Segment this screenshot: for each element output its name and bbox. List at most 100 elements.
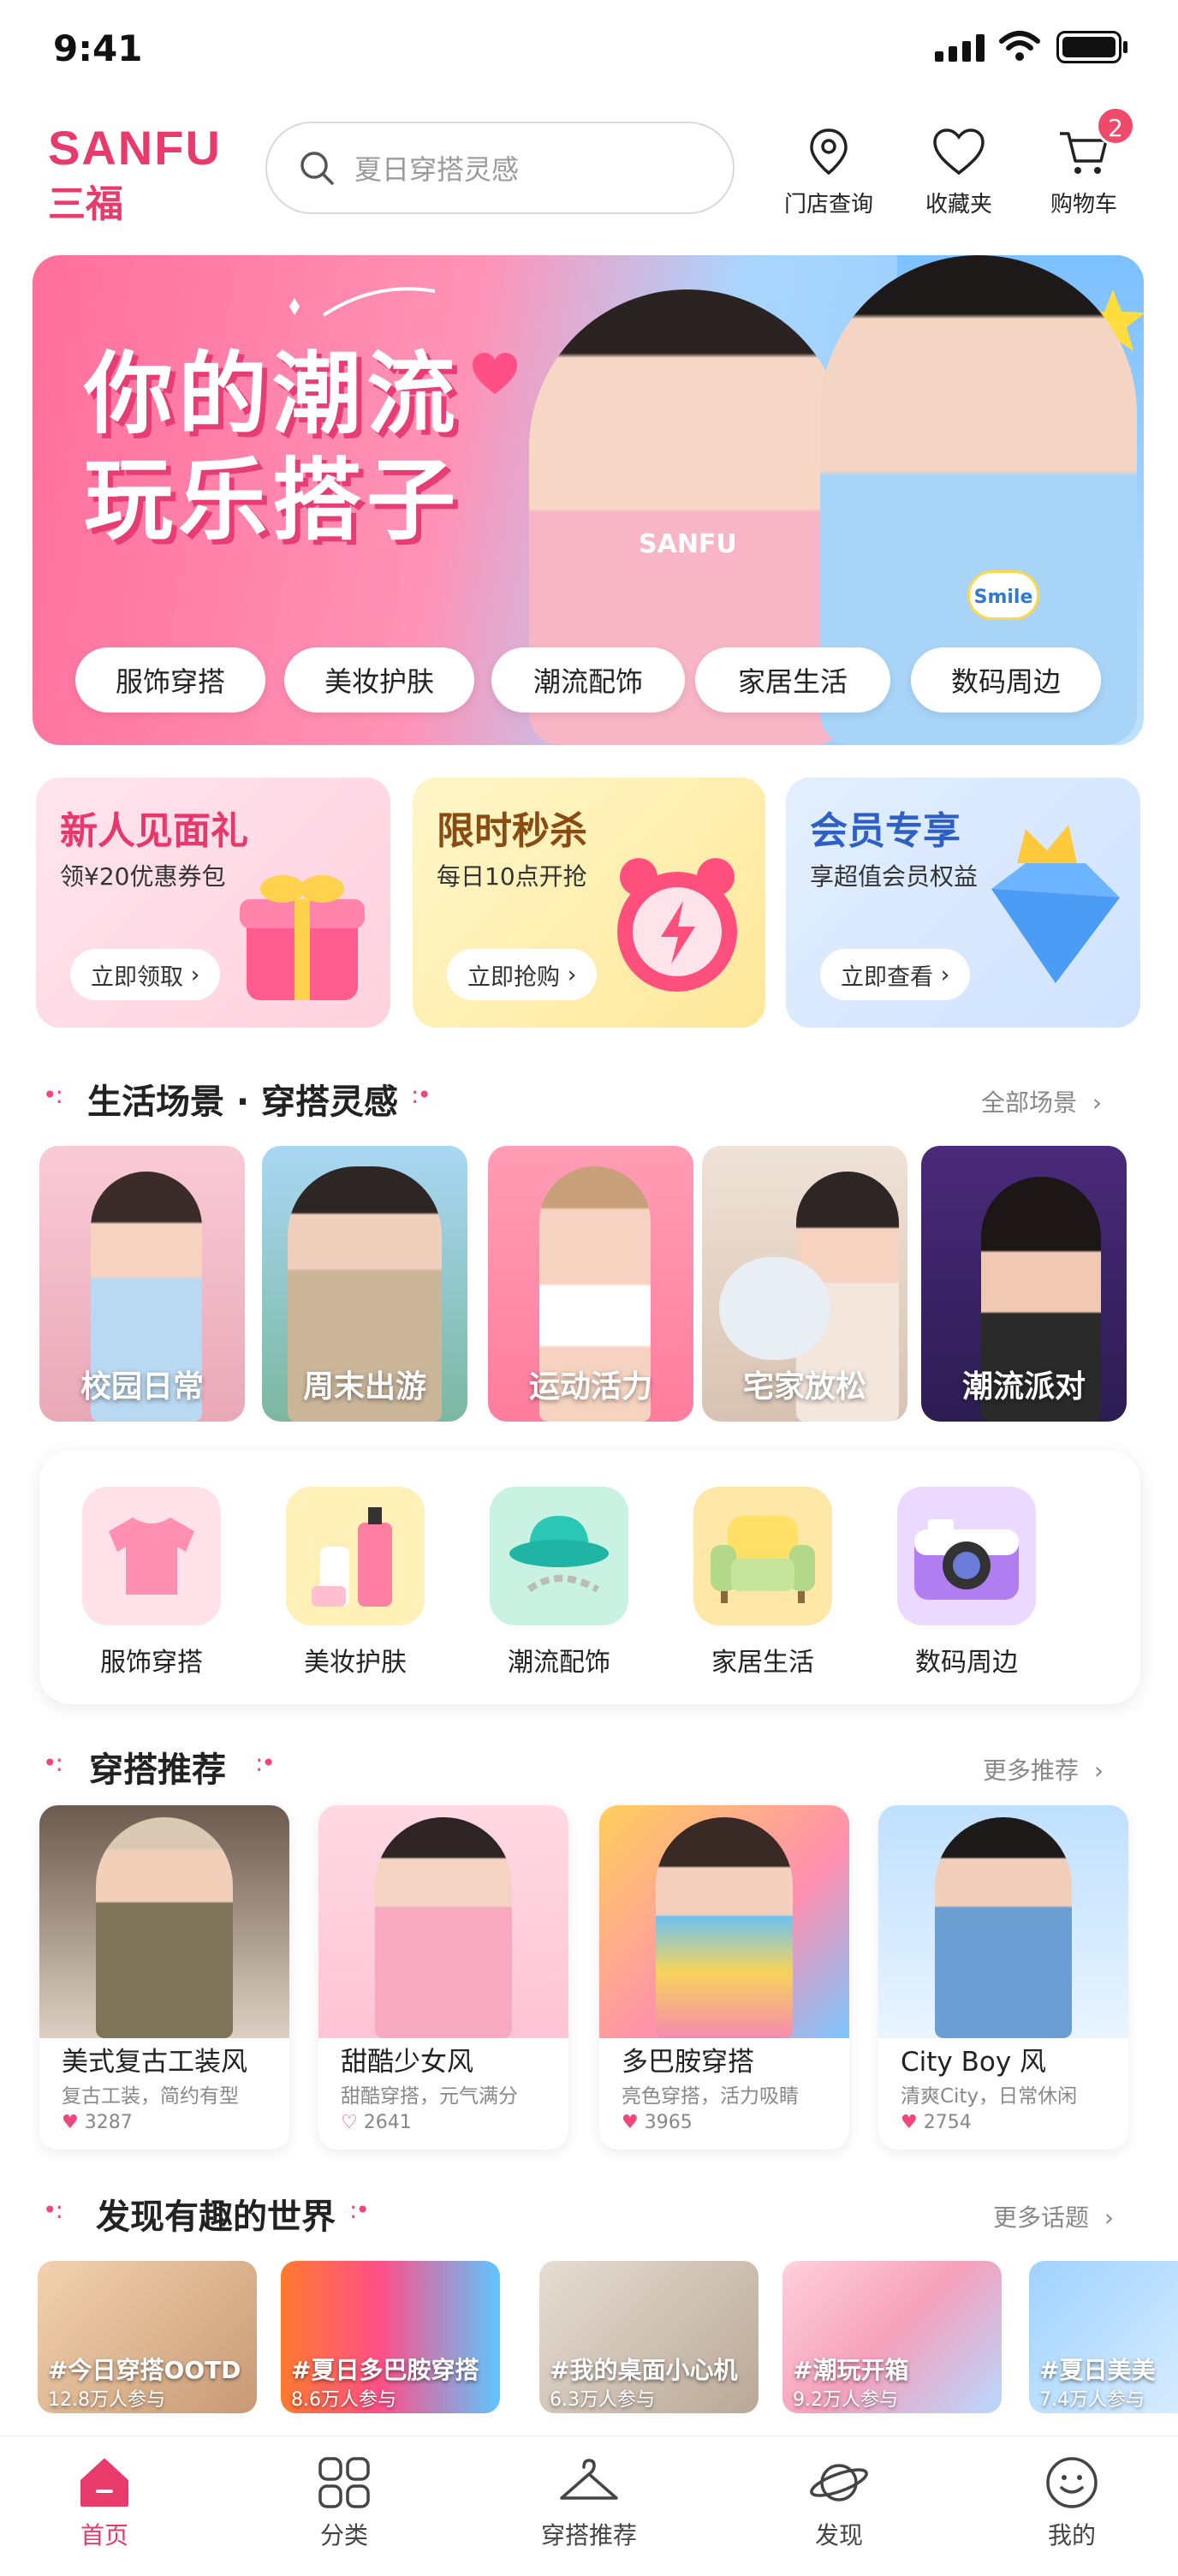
banner-pill[interactable]: 数码周边 — [911, 647, 1101, 713]
topic-card[interactable]: #今日穿搭OOTD 12.8万人参与 — [38, 2261, 257, 2413]
planet-icon — [810, 2464, 868, 2501]
promo-subtitle: 每日10点开抢 — [437, 862, 587, 891]
section-dots-decor: :• — [349, 2196, 370, 2224]
category-label: 潮流配饰 — [508, 1648, 610, 1678]
chevron-right-icon: › — [567, 961, 577, 988]
topic-tag: #夏日美美 — [1039, 2356, 1156, 2384]
promo-button[interactable]: 立即查看 › — [820, 949, 971, 1000]
heart-outline-icon: ♡ — [341, 2112, 358, 2133]
promo-card-newcomer[interactable]: 新人见面礼 领¥20优惠券包 立即领取 › — [36, 778, 390, 1028]
chevron-right-icon: › — [1104, 2203, 1115, 2232]
tab-label: 首页 — [80, 2521, 128, 2549]
status-time: 9:41 — [53, 27, 143, 69]
banner-pill[interactable]: 家居生活 — [695, 647, 890, 713]
promo-title: 新人见面礼 — [60, 809, 248, 853]
cart-label: 购物车 — [1050, 192, 1117, 218]
banner-pill[interactable]: 服饰穿搭 — [75, 647, 265, 713]
more-recommend-link[interactable]: 更多推荐 › — [983, 1752, 1104, 1786]
section-title-scenes: 生活场景 · 穿搭灵感 — [87, 1082, 399, 1122]
banner-title-line1: 你的潮流 — [84, 342, 461, 446]
outfit-card[interactable]: City Boy 风 清爽City，日常休闲 ♥ 2754 — [878, 1805, 1128, 2150]
tab-home[interactable]: 首页 — [36, 2455, 173, 2551]
plush-toy-image — [719, 1257, 830, 1360]
category-accessories[interactable]: 潮流配饰 — [486, 1487, 632, 1679]
hero-banner[interactable]: 你的潮流 玩乐搭子 SANFU Smile 服饰穿搭 美妆护肤 潮流配饰 家居生… — [33, 255, 1144, 745]
promo-card-flash-sale[interactable]: 限时秒杀 每日10点开抢 立即抢购 › — [413, 778, 765, 1028]
section-dots-decor: :• — [411, 1081, 431, 1109]
topic-card[interactable]: #潮玩开箱 9.2万人参与 — [782, 2261, 1002, 2413]
favorites-button[interactable]: 收藏夹 — [899, 127, 1019, 218]
tab-category[interactable]: 分类 — [276, 2455, 413, 2551]
heart-filled-icon: ♥ — [622, 2112, 639, 2133]
scene-card-weekend-trip[interactable]: 周末出游 — [262, 1146, 467, 1422]
topic-tag: #潮玩开箱 — [793, 2356, 909, 2384]
topic-count: 12.8万人参与 — [48, 2389, 165, 2411]
like-count[interactable]: ♥ 2754 — [901, 2112, 972, 2133]
tab-label: 穿搭推荐 — [540, 2521, 637, 2549]
scene-label: 校园日常 — [80, 1369, 204, 1404]
heart-filled-icon: ♥ — [62, 2112, 79, 2133]
more-topics-link[interactable]: 更多话题 › — [993, 2199, 1114, 2233]
battery-cap — [1123, 41, 1127, 53]
search-icon — [300, 152, 334, 185]
like-count[interactable]: ♥ 3965 — [622, 2112, 693, 2133]
like-count[interactable]: ♡ 2641 — [341, 2112, 412, 2133]
bottom-tab-bar: 首页 分类 穿搭推荐 发现 我的 — [0, 2436, 1178, 2576]
status-bar: 9:41 — [0, 0, 1178, 103]
topic-card[interactable]: #夏日多巴胺穿搭 8.6万人参与 — [281, 2261, 500, 2413]
home-icon — [80, 2459, 128, 2507]
heart-decor-icon — [473, 353, 517, 394]
chevron-right-icon: › — [940, 961, 950, 988]
heart-icon — [933, 128, 985, 176]
scene-card-home-relax[interactable]: 宅家放松 — [702, 1146, 907, 1422]
store-locator-button[interactable]: 门店查询 — [769, 127, 889, 218]
outfit-card[interactable]: 甜酷少女风 甜酷穿搭，元气满分 ♡ 2641 — [318, 1805, 568, 2150]
battery-icon — [1056, 31, 1121, 63]
outfit-card[interactable]: 美式复古工装风 复古工装，简约有型 ♥ 3287 — [39, 1805, 289, 2150]
promo-title: 限时秒杀 — [437, 809, 587, 853]
tab-discover[interactable]: 发现 — [770, 2455, 907, 2551]
like-count[interactable]: ♥ 3287 — [62, 2112, 133, 2133]
tab-outfit[interactable]: 穿搭推荐 — [521, 2455, 657, 2551]
category-digital[interactable]: 数码周边 — [894, 1487, 1039, 1679]
topic-card[interactable]: #夏日美美 7.4万人参与 — [1029, 2261, 1178, 2413]
promo-button[interactable]: 立即抢购 › — [447, 949, 598, 1000]
search-placeholder: 夏日穿搭灵感 — [354, 153, 520, 186]
grid-icon — [318, 2457, 370, 2508]
section-dots-decor: •: — [43, 1749, 63, 1777]
favorites-label: 收藏夹 — [925, 192, 992, 218]
topic-card[interactable]: #我的桌面小心机 6.3万人参与 — [539, 2261, 759, 2413]
tab-profile[interactable]: 我的 — [1003, 2455, 1140, 2551]
section-title-discover: 发现有趣的世界 — [96, 2197, 336, 2237]
scene-label: 周末出游 — [302, 1369, 426, 1404]
promo-button[interactable]: 立即领取 › — [70, 949, 221, 1000]
scene-card-party[interactable]: 潮流派对 — [921, 1146, 1127, 1422]
banner-pill[interactable]: 潮流配饰 — [491, 647, 685, 713]
topic-count: 6.3万人参与 — [550, 2389, 655, 2411]
sparkle-decor-icon — [289, 287, 436, 317]
promo-card-member[interactable]: 会员专享 享超值会员权益 立即查看 › — [786, 778, 1140, 1028]
chevron-right-icon: › — [190, 961, 200, 988]
search-bar[interactable]: 夏日穿搭灵感 — [265, 122, 735, 214]
outfit-desc: 复古工装，简约有型 — [62, 2085, 239, 2108]
store-locator-label: 门店查询 — [783, 192, 873, 218]
all-scenes-link[interactable]: 全部场景 › — [981, 1084, 1102, 1118]
category-home[interactable]: 家居生活 — [690, 1487, 836, 1679]
outfit-desc: 清爽City，日常休闲 — [901, 2085, 1078, 2108]
outfit-title: 甜酷少女风 — [341, 2047, 473, 2078]
section-dots-decor: •: — [43, 1081, 63, 1109]
banner-pill[interactable]: 美妆护肤 — [284, 647, 474, 713]
category-apparel[interactable]: 服饰穿搭 — [79, 1487, 224, 1679]
outfit-card[interactable]: 多巴胺穿搭 亮色穿搭，活力吸睛 ♥ 3965 — [599, 1805, 849, 2150]
heart-filled-icon: ♥ — [901, 2112, 918, 2133]
scene-label: 潮流派对 — [961, 1369, 1086, 1404]
camera-icon — [897, 1487, 1036, 1625]
section-title-recommend: 穿搭推荐 — [89, 1750, 226, 1790]
scene-card-sports[interactable]: 运动活力 — [488, 1146, 693, 1422]
scene-card-campus[interactable]: 校园日常 — [39, 1146, 245, 1422]
category-beauty[interactable]: 美妆护肤 — [283, 1487, 428, 1679]
location-pin-icon — [810, 128, 848, 176]
topic-count: 8.6万人参与 — [291, 2389, 396, 2411]
category-label: 服饰穿搭 — [100, 1648, 203, 1678]
chevron-right-icon: › — [1092, 1088, 1103, 1117]
